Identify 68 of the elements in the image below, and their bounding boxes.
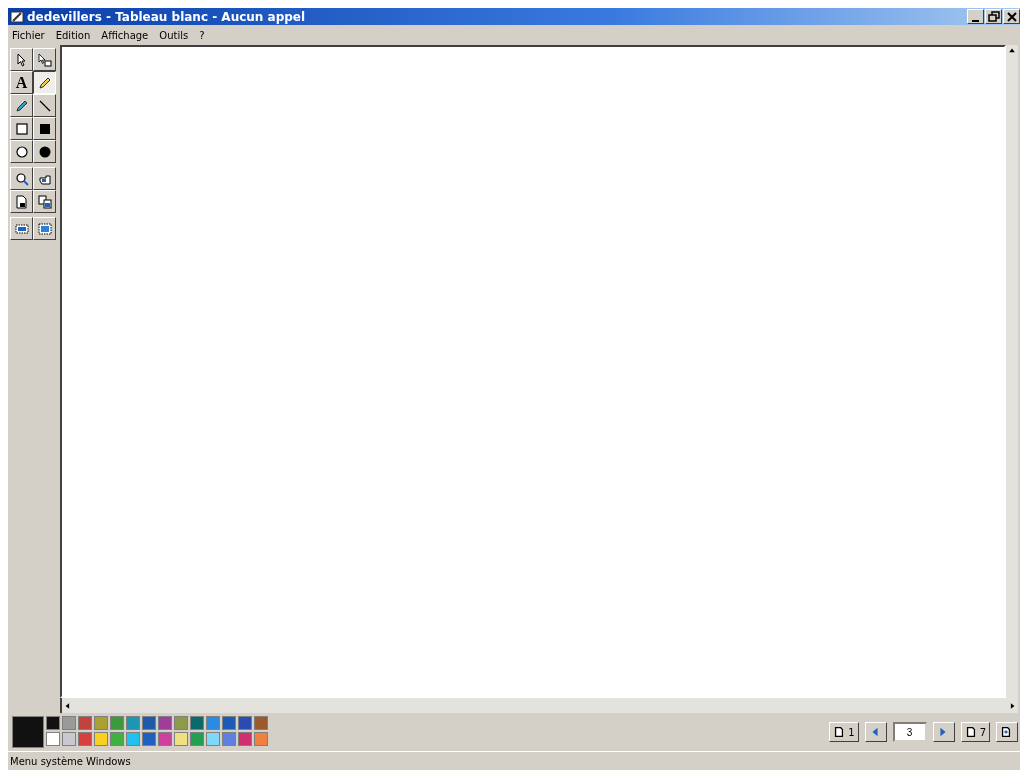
color-swatch[interactable] — [158, 732, 172, 746]
color-swatch[interactable] — [94, 716, 108, 730]
color-swatch[interactable] — [46, 716, 60, 730]
minimize-button[interactable] — [967, 9, 984, 24]
pen-icon — [14, 98, 29, 113]
color-swatch[interactable] — [254, 732, 268, 746]
new-page-button[interactable] — [996, 722, 1018, 742]
color-swatch[interactable] — [190, 732, 204, 746]
page-icon — [964, 726, 977, 738]
color-swatch[interactable] — [126, 716, 140, 730]
color-swatch[interactable] — [190, 716, 204, 730]
previous-page-button[interactable] — [864, 722, 887, 742]
color-swatch[interactable] — [238, 732, 252, 746]
pages-icon — [37, 194, 52, 209]
circle-icon — [14, 144, 29, 159]
page-lock-icon — [14, 194, 29, 209]
color-swatch[interactable] — [62, 732, 76, 746]
rectangle-icon — [14, 121, 29, 136]
color-swatch[interactable] — [110, 716, 124, 730]
color-swatch[interactable] — [206, 716, 220, 730]
color-swatch[interactable] — [78, 732, 92, 746]
color-swatch[interactable] — [174, 732, 188, 746]
first-page-button[interactable]: 1 — [829, 722, 859, 742]
page-number-field[interactable]: 3 — [892, 722, 927, 742]
restore-icon — [986, 9, 1001, 24]
color-swatch[interactable] — [238, 716, 252, 730]
maximize-button[interactable] — [985, 9, 1002, 24]
color-swatch[interactable] — [142, 732, 156, 746]
close-icon — [1004, 9, 1019, 24]
tool-button[interactable]: A — [10, 71, 33, 94]
color-swatch[interactable] — [126, 732, 140, 746]
color-swatch[interactable] — [142, 716, 156, 730]
menu-item[interactable]: Edition — [55, 29, 91, 41]
status-bar: Menu système Windows — [8, 751, 1020, 770]
color-swatch[interactable] — [206, 732, 220, 746]
color-swatch[interactable] — [78, 716, 92, 730]
color-swatch[interactable] — [222, 716, 236, 730]
menu-item[interactable]: Outils — [159, 29, 189, 41]
page-icon — [833, 726, 846, 738]
window-title: dedevillers - Tableau blanc - Aucun appel — [27, 9, 307, 24]
arrow-box-icon — [37, 52, 52, 67]
line-icon — [37, 98, 52, 113]
close-button[interactable] — [1003, 9, 1020, 24]
pencil-icon — [37, 75, 52, 90]
color-swatch[interactable] — [94, 732, 108, 746]
menu-item[interactable]: Fichier — [12, 29, 45, 41]
color-swatch[interactable] — [158, 716, 172, 730]
color-swatch[interactable] — [254, 716, 268, 730]
search-icon — [14, 171, 29, 186]
color-swatch[interactable] — [222, 732, 236, 746]
filled-rectangle-icon — [37, 121, 52, 136]
vertical-scrollbar[interactable] — [1006, 45, 1018, 698]
color-swatch[interactable] — [174, 716, 188, 730]
color-swatch[interactable] — [46, 732, 60, 746]
menu-item[interactable]: Affichage — [101, 29, 149, 41]
window-icon — [37, 221, 52, 236]
filled-circle-icon — [37, 144, 52, 159]
next-page-button[interactable] — [932, 722, 955, 742]
horizontal-scrollbar[interactable] — [60, 698, 1018, 713]
tool-button[interactable] — [33, 71, 56, 94]
color-swatch[interactable] — [110, 732, 124, 746]
selection-icon — [14, 221, 29, 236]
add-page-icon — [1000, 726, 1012, 738]
last-page-button[interactable]: 7 — [960, 722, 990, 742]
color-swatch[interactable] — [62, 716, 76, 730]
whiteboard-icon — [10, 9, 24, 24]
menu-item[interactable]: ? — [199, 29, 205, 41]
minimize-icon — [972, 19, 979, 22]
